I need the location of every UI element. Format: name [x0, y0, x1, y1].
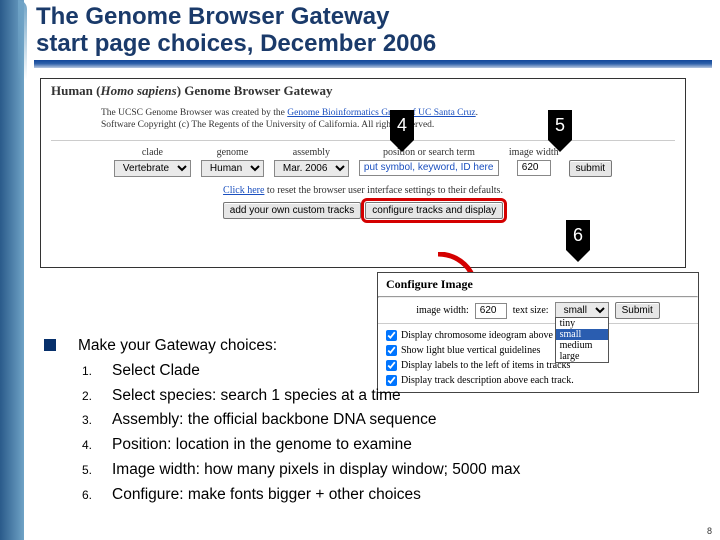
- submit-field: submit: [569, 147, 612, 177]
- configure-button[interactable]: configure tracks and display: [365, 202, 503, 219]
- swoosh-curve: [18, 0, 27, 80]
- title-line2: start page choices, December 2006: [36, 30, 436, 57]
- gateway-desc: The UCSC Genome Browser was created by t…: [41, 101, 685, 140]
- credits-link[interactable]: Genome Bioinformatics Group of UC Santa …: [287, 108, 475, 118]
- callout-4: 4: [390, 110, 414, 140]
- list-item: 5.Image width: how many pixels in displa…: [78, 458, 684, 483]
- submit-button[interactable]: submit: [569, 160, 612, 177]
- side-swoosh: [0, 0, 24, 540]
- position-field: position or search term: [359, 147, 499, 176]
- list-item: 2.Select species: search 1 species at a …: [78, 384, 684, 409]
- clade-select[interactable]: Vertebrate: [114, 160, 191, 177]
- assembly-select[interactable]: Mar. 2006: [274, 160, 349, 177]
- gateway-header: Human (Homo sapiens) Genome Browser Gate…: [41, 79, 685, 101]
- text-size-dropdown[interactable]: tiny small medium large: [555, 317, 609, 363]
- reset-link[interactable]: Click here: [223, 185, 264, 196]
- list-item: 6.Configure: make fonts bigger + other c…: [78, 483, 684, 508]
- page-number: 8: [707, 526, 712, 536]
- custom-tracks-button[interactable]: add your own custom tracks: [223, 202, 362, 219]
- position-input[interactable]: [359, 160, 499, 176]
- callout-6: 6: [566, 220, 590, 250]
- clade-field: clade Vertebrate: [114, 147, 191, 177]
- genome-field: genome Human: [201, 147, 264, 177]
- config-title: Configure Image: [378, 273, 698, 296]
- form-row: clade Vertebrate genome Human assembly M…: [41, 141, 685, 183]
- genome-select[interactable]: Human: [201, 160, 264, 177]
- bullet-square-icon: [44, 339, 56, 351]
- title-underline: [34, 60, 712, 68]
- list-item: 4.Position: location in the genome to ex…: [78, 433, 684, 458]
- text-size-select[interactable]: small tiny small medium large: [555, 302, 609, 319]
- slide-title: The Genome Browser Gateway start page ch…: [36, 4, 436, 58]
- assembly-field: assembly Mar. 2006: [274, 147, 349, 177]
- title-line1: The Genome Browser Gateway: [36, 3, 389, 30]
- reset-line: Click here to reset the browser user int…: [41, 183, 685, 202]
- config-width-input[interactable]: [475, 303, 507, 319]
- callout-5: 5: [548, 110, 572, 140]
- config-form: image width: text size: small tiny small…: [378, 298, 698, 324]
- config-submit-button[interactable]: Submit: [615, 302, 660, 319]
- width-input[interactable]: [517, 160, 551, 176]
- list-item: 3.Assembly: the official backbone DNA se…: [78, 408, 684, 433]
